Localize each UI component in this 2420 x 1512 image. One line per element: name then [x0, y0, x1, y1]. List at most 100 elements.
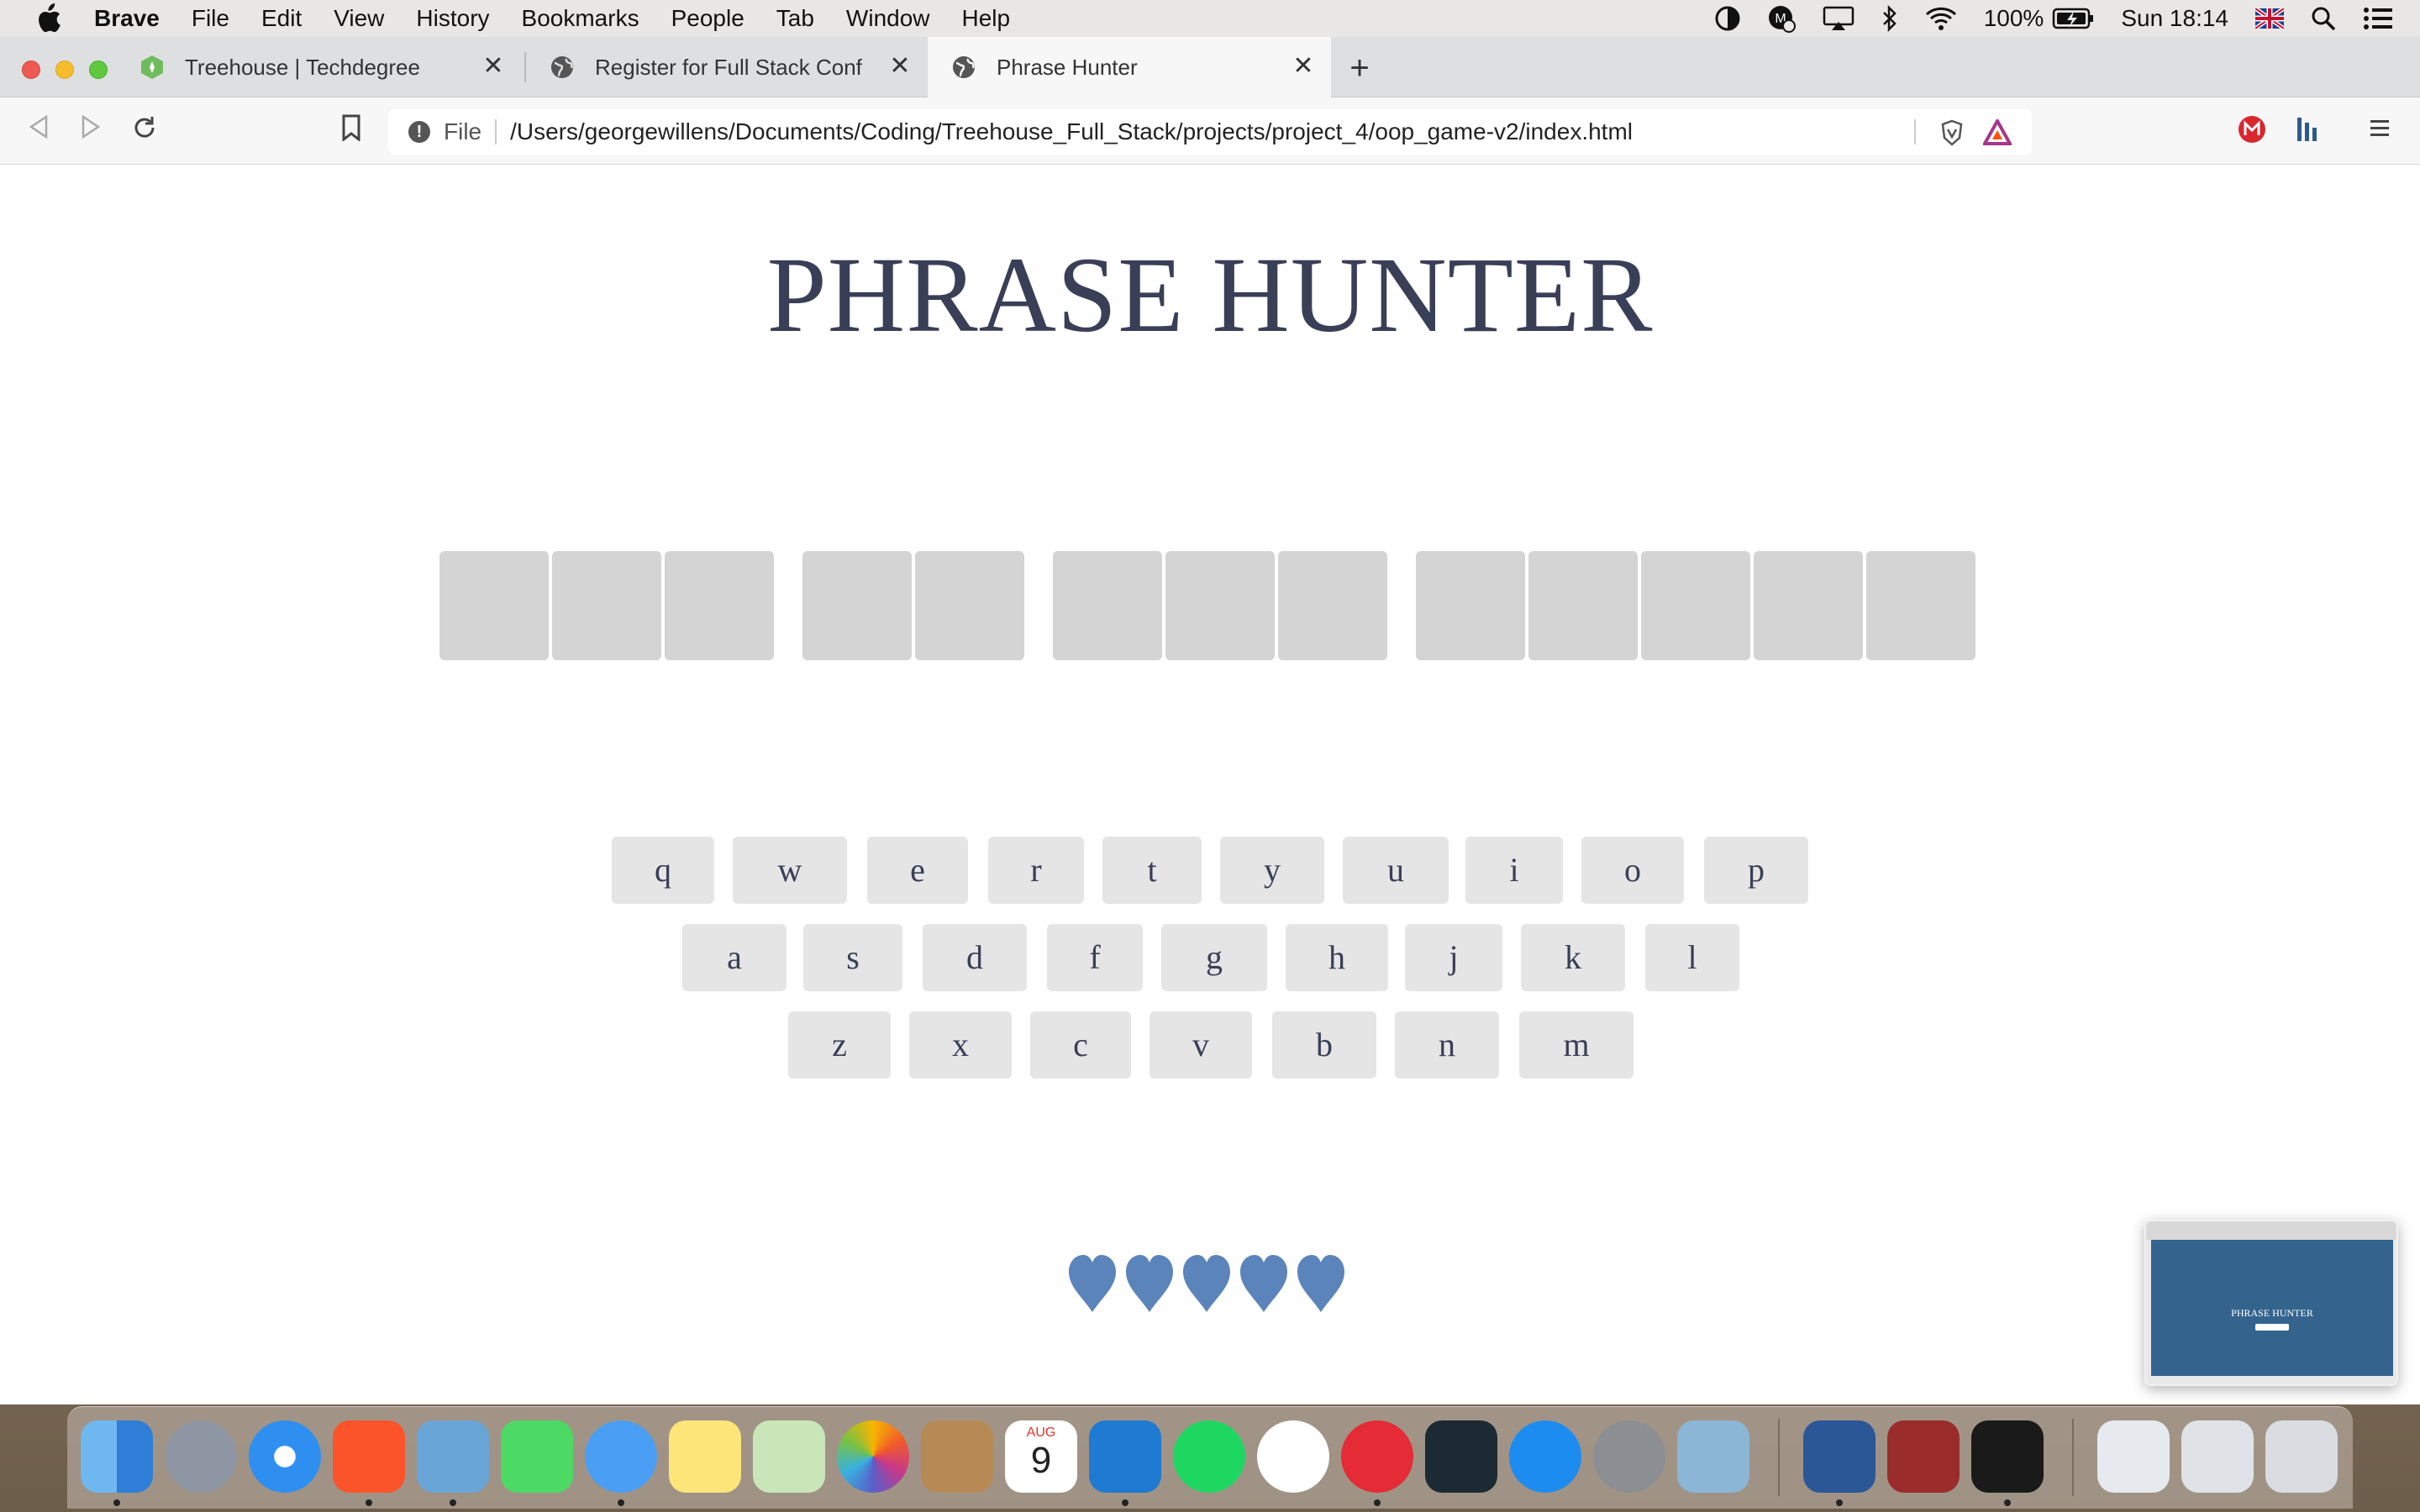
tab-close-icon[interactable]: ✕	[887, 54, 913, 79]
app-store-icon[interactable]	[1509, 1420, 1581, 1493]
extension-icon[interactable]	[2292, 114, 2323, 144]
key-p[interactable]: p	[1704, 837, 1808, 904]
launchpad-icon[interactable]	[165, 1420, 237, 1493]
menu-bookmarks[interactable]: Bookmarks	[522, 5, 639, 32]
web-page: PHRASE HUNTER qwertyuiop asdfghjkl zxcvb…	[0, 165, 2420, 1404]
back-icon[interactable]	[22, 114, 55, 148]
photos-icon[interactable]	[837, 1420, 909, 1493]
tab-register-full-stack-conf[interactable]: Register for Full Stack Conf ✕	[526, 37, 928, 97]
app-name-menu[interactable]: Brave	[94, 5, 160, 32]
activity-monitor-icon[interactable]	[1971, 1420, 2044, 1493]
reload-icon[interactable]	[128, 114, 161, 148]
url-text[interactable]: /Users/georgewillens/Documents/Coding/Tr…	[510, 118, 1633, 145]
key-l[interactable]: l	[1645, 924, 1739, 991]
menu-help[interactable]: Help	[962, 5, 1011, 32]
messages-icon[interactable]	[585, 1420, 657, 1493]
key-k[interactable]: k	[1521, 924, 1625, 991]
tab-phrase-hunter[interactable]: Phrase Hunter ✕	[928, 37, 1331, 97]
tab-close-icon[interactable]: ✕	[481, 54, 506, 79]
safari-icon[interactable]	[249, 1420, 321, 1493]
contacts-icon[interactable]	[921, 1420, 993, 1493]
key-c[interactable]: c	[1030, 1011, 1131, 1079]
window-minimize-button[interactable]	[55, 60, 74, 79]
spotify-icon[interactable]	[1173, 1420, 1245, 1493]
wifi-icon[interactable]	[1925, 6, 1957, 31]
vscode-icon[interactable]	[1089, 1420, 1161, 1493]
key-m[interactable]: m	[1519, 1011, 1634, 1079]
calendar-icon[interactable]: AUG 9	[1005, 1420, 1077, 1493]
key-z[interactable]: z	[788, 1011, 891, 1079]
slack-icon[interactable]	[1257, 1420, 1329, 1493]
key-t[interactable]: t	[1102, 837, 1202, 904]
mail-icon[interactable]	[417, 1420, 489, 1493]
menu-history[interactable]: History	[416, 5, 489, 32]
window-close-button[interactable]	[22, 60, 40, 79]
key-x[interactable]: x	[909, 1011, 1012, 1079]
key-n[interactable]: n	[1395, 1011, 1499, 1079]
mega-extension-icon[interactable]	[2237, 114, 2267, 144]
menu-window[interactable]: Window	[846, 5, 930, 32]
key-d[interactable]: d	[923, 924, 1027, 991]
downloads-stack-icon[interactable]	[2181, 1420, 2254, 1493]
preview-icon[interactable]	[1677, 1420, 1749, 1493]
dashlane-icon[interactable]	[1425, 1420, 1497, 1493]
address-bar[interactable]: ! File /Users/georgewillens/Documents/Co…	[388, 109, 2032, 155]
key-a[interactable]: a	[682, 924, 786, 991]
key-j[interactable]: j	[1405, 924, 1502, 991]
key-w[interactable]: w	[733, 837, 847, 904]
apple-menu-icon[interactable]	[34, 3, 64, 34]
window-zoom-button[interactable]	[89, 60, 108, 79]
game-title: PHRASE HUNTER	[766, 235, 1654, 354]
contrast-icon[interactable]	[1715, 6, 1740, 31]
menu-people[interactable]: People	[671, 5, 744, 32]
bookmark-icon[interactable]	[334, 114, 368, 148]
key-v[interactable]: v	[1150, 1011, 1252, 1079]
battery-icon[interactable]	[2052, 8, 2094, 29]
screenshot-thumbnail[interactable]: PHRASE HUNTER	[2144, 1220, 2398, 1386]
facetime-icon[interactable]	[501, 1420, 573, 1493]
spotlight-search-icon[interactable]	[2311, 6, 2336, 31]
menu-tab[interactable]: Tab	[776, 5, 814, 32]
key-f[interactable]: f	[1047, 924, 1143, 991]
key-g[interactable]: g	[1161, 924, 1267, 991]
tab-close-icon[interactable]: ✕	[1291, 54, 1316, 79]
brave-rewards-icon[interactable]	[1981, 117, 2013, 146]
brave-shields-icon[interactable]	[1939, 119, 1965, 146]
key-r[interactable]: r	[988, 837, 1084, 904]
key-y[interactable]: y	[1220, 837, 1324, 904]
system-preferences-icon[interactable]	[1593, 1420, 1665, 1493]
menu-view[interactable]: View	[334, 5, 384, 32]
key-u[interactable]: u	[1343, 837, 1449, 904]
key-b[interactable]: b	[1272, 1011, 1376, 1079]
key-h[interactable]: h	[1286, 924, 1388, 991]
trash-icon[interactable]	[2265, 1420, 2338, 1493]
maps-icon[interactable]	[753, 1420, 825, 1493]
forward-icon[interactable]	[74, 114, 108, 148]
tab-label: Phrase Hunter	[997, 54, 1138, 80]
status-app-icon[interactable]: M	[1767, 4, 1796, 33]
notes-icon[interactable]	[669, 1420, 741, 1493]
bluetooth-icon[interactable]	[1881, 5, 1898, 32]
clock[interactable]: Sun 18:14	[2121, 5, 2228, 32]
hidden-letter-box	[1165, 551, 1275, 660]
app-menu-icon[interactable]	[2363, 116, 2396, 150]
word-icon[interactable]	[1803, 1420, 1876, 1493]
finder-icon[interactable]	[81, 1420, 153, 1493]
airplay-icon[interactable]	[1823, 6, 1854, 31]
key-s[interactable]: s	[803, 924, 902, 991]
tab-treehouse[interactable]: Treehouse | Techdegree ✕	[116, 37, 521, 97]
site-info-icon[interactable]: !	[408, 121, 430, 143]
notification-center-icon[interactable]	[2363, 6, 2393, 31]
menu-file[interactable]: File	[192, 5, 229, 32]
dictionary-icon[interactable]	[1887, 1420, 1960, 1493]
zip-archive-icon[interactable]	[2097, 1420, 2170, 1493]
key-o[interactable]: o	[1581, 837, 1684, 904]
key-q[interactable]: q	[612, 837, 714, 904]
authy-icon[interactable]	[1341, 1420, 1413, 1493]
key-e[interactable]: e	[867, 837, 968, 904]
brave-browser-icon[interactable]	[333, 1420, 405, 1493]
uk-flag-icon[interactable]	[2255, 8, 2284, 29]
menu-edit[interactable]: Edit	[261, 5, 302, 32]
key-i[interactable]: i	[1465, 837, 1563, 904]
new-tab-button[interactable]: +	[1344, 51, 1375, 85]
